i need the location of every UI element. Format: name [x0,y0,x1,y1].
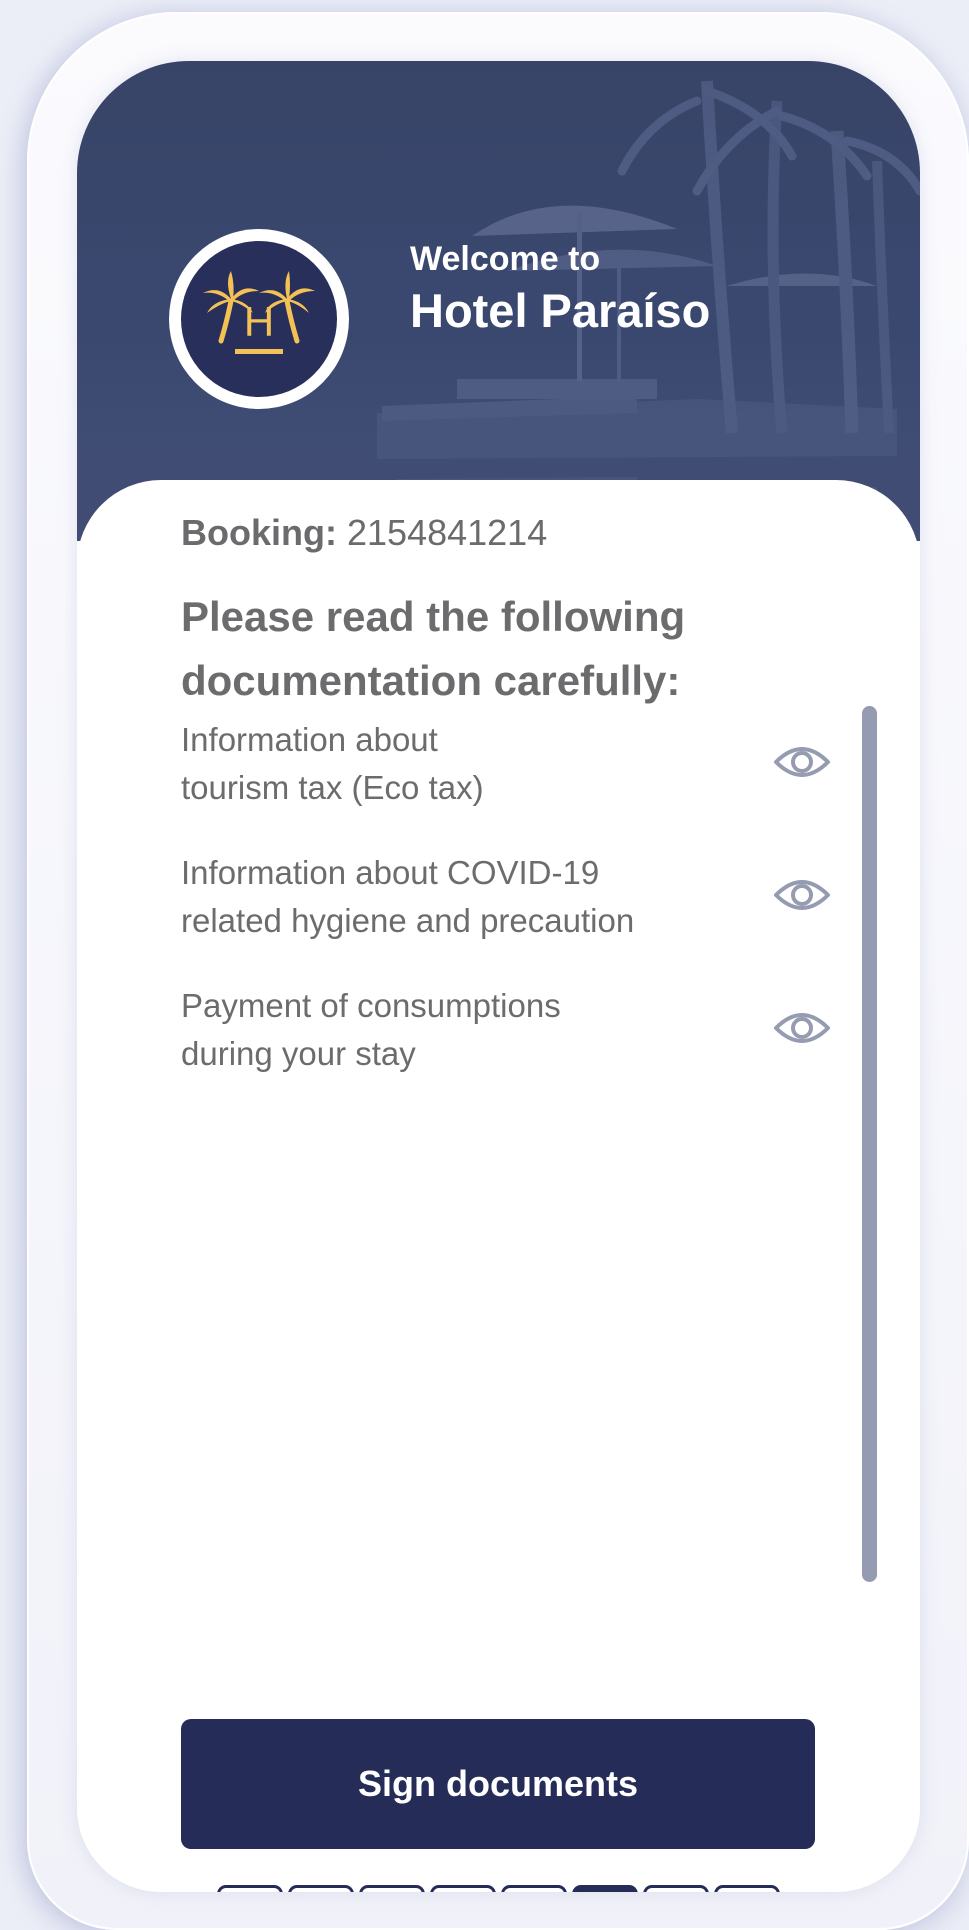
progress-step [217,1885,283,1892]
document-title-line: related hygiene and precaution [181,902,635,939]
document-title-line: Payment of consumptions [181,987,561,1024]
welcome-label: Welcome to [410,240,601,278]
phone-screen: H Welcome to Hotel Paraíso Booking: 2154… [77,61,920,1892]
document-item-payment[interactable]: Payment of consumptions during your stay [181,982,841,1115]
document-item-covid[interactable]: Information about COVID-19 related hygie… [181,849,841,982]
document-title-line: Information about [181,721,438,758]
document-title: Information about COVID-19 related hygie… [181,849,701,945]
document-title: Information about tourism tax (Eco tax) [181,716,701,812]
documents-card: Booking: 2154841214 Please read the foll… [77,480,920,1892]
progress-step-current [572,1885,638,1892]
progress-step [359,1885,425,1892]
progress-step [501,1885,567,1892]
document-title-line: tourism tax (Eco tax) [181,769,484,806]
sign-documents-button[interactable]: Sign documents [181,1719,815,1849]
booking-label: Booking: [181,512,337,553]
document-title-line: during your stay [181,1035,416,1072]
hotel-logo: H [169,229,349,409]
eye-icon[interactable] [773,871,831,919]
progress-step [714,1885,780,1892]
hotel-name: Hotel Paraíso [410,284,711,337]
logo-letter: H [243,298,275,345]
step-progress-indicator [217,1885,780,1892]
document-item-eco-tax[interactable]: Information about tourism tax (Eco tax) [181,716,841,849]
eye-icon[interactable] [773,738,831,786]
progress-step [288,1885,354,1892]
booking-info: Booking: 2154841214 [181,512,547,554]
document-title: Payment of consumptions during your stay [181,982,701,1078]
documents-scrollbar[interactable] [862,706,877,1582]
progress-step [430,1885,496,1892]
booking-number: 2154841214 [347,512,548,553]
scrollbar-thumb[interactable] [862,706,877,1582]
hero-header: H Welcome to Hotel Paraíso [77,61,920,541]
logo-badge: H [181,241,337,397]
documents-heading: Please read the following documentation … [181,593,686,704]
progress-step [643,1885,709,1892]
document-title-line: Information about COVID-19 [181,854,600,891]
documents-list: Information about tourism tax (Eco tax) … [181,716,841,1115]
eye-icon[interactable] [773,1004,831,1052]
